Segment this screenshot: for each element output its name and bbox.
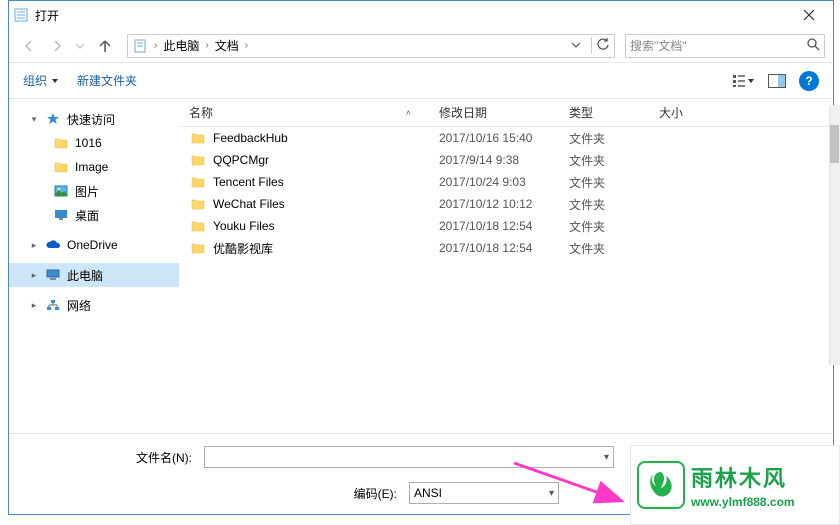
chevron-right-icon: › — [201, 40, 212, 51]
encoding-select[interactable]: ANSI ▾ — [409, 482, 559, 504]
brand-url: www.ylmf888.com — [691, 495, 795, 509]
folder-icon — [189, 176, 207, 188]
column-size[interactable]: 大小 — [659, 104, 683, 121]
search-input[interactable]: 搜索"文档" — [625, 34, 825, 58]
chevron-right-icon: › — [241, 40, 252, 51]
view-options-button[interactable] — [731, 70, 755, 92]
up-button[interactable] — [93, 34, 117, 58]
sidebar-item-onedrive[interactable]: ▸ OneDrive — [9, 233, 179, 257]
close-button[interactable] — [789, 3, 829, 27]
computer-icon — [45, 267, 61, 283]
file-date: 2017/9/14 9:38 — [439, 153, 569, 167]
expand-icon[interactable]: ▾ — [29, 114, 39, 125]
new-folder-button[interactable]: 新建文件夹 — [77, 72, 137, 89]
scrollbar-thumb[interactable] — [830, 125, 839, 163]
preview-pane-button[interactable] — [765, 70, 789, 92]
sidebar-item-desktop[interactable]: 桌面 — [9, 203, 179, 227]
brand-logo-icon — [637, 461, 685, 509]
expand-icon[interactable]: ▸ — [29, 240, 39, 251]
column-date[interactable]: 修改日期 — [439, 104, 569, 121]
navbar: › 此电脑 › 文档 › 搜索"文档" — [9, 29, 833, 63]
crumb-this-pc[interactable]: 此电脑 — [163, 37, 199, 54]
sidebar-item-quick-access[interactable]: ▾ 快速访问 — [9, 107, 179, 131]
file-name: Tencent Files — [213, 175, 439, 189]
watermark-overlay: 雨林木风 www.ylmf888.com — [630, 445, 840, 525]
help-button[interactable]: ? — [799, 71, 819, 91]
file-date: 2017/10/16 15:40 — [439, 131, 569, 145]
file-name: WeChat Files — [213, 197, 439, 211]
file-type: 文件夹 — [569, 240, 659, 257]
network-icon — [45, 297, 61, 313]
desktop-icon — [53, 207, 69, 223]
folder-icon — [53, 159, 69, 175]
sidebar-item-1016[interactable]: 1016 — [9, 131, 179, 155]
file-type: 文件夹 — [569, 152, 659, 169]
file-date: 2017/10/18 12:54 — [439, 241, 569, 255]
document-location-icon — [132, 38, 148, 54]
search-icon[interactable] — [806, 37, 820, 54]
chevron-down-icon[interactable]: ▾ — [549, 488, 554, 499]
cloud-icon — [45, 237, 61, 253]
folder-icon — [189, 154, 207, 166]
encoding-label: 编码(E): — [23, 485, 403, 502]
breadcrumb-dropdown[interactable] — [567, 39, 585, 53]
file-type: 文件夹 — [569, 130, 659, 147]
back-button[interactable] — [17, 34, 41, 58]
folder-icon — [189, 132, 207, 144]
search-placeholder: 搜索"文档" — [630, 37, 806, 54]
sidebar-item-pictures[interactable]: 图片 — [9, 179, 179, 203]
table-row[interactable]: 优酷影视库2017/10/18 12:54文件夹 — [179, 237, 833, 259]
file-type: 文件夹 — [569, 196, 659, 213]
app-icon — [13, 7, 29, 23]
file-list: FeedbackHub2017/10/16 15:40文件夹QQPCMgr201… — [179, 127, 833, 433]
sort-indicator-icon: ˄ — [406, 108, 411, 118]
file-date: 2017/10/18 12:54 — [439, 219, 569, 233]
chevron-right-icon: › — [150, 40, 161, 51]
folder-icon — [189, 198, 207, 210]
file-name: QQPCMgr — [213, 153, 439, 167]
table-row[interactable]: Youku Files2017/10/18 12:54文件夹 — [179, 215, 833, 237]
table-row[interactable]: WeChat Files2017/10/12 10:12文件夹 — [179, 193, 833, 215]
file-type: 文件夹 — [569, 218, 659, 235]
star-icon — [45, 111, 61, 127]
folder-icon — [189, 220, 207, 232]
table-row[interactable]: QQPCMgr2017/9/14 9:38文件夹 — [179, 149, 833, 171]
sidebar-item-network[interactable]: ▸ 网络 — [9, 293, 179, 317]
sidebar-item-image[interactable]: Image — [9, 155, 179, 179]
expand-icon[interactable]: ▸ — [29, 270, 39, 281]
chevron-down-icon[interactable]: ▾ — [604, 452, 609, 463]
sidebar: ▾ 快速访问 1016 Image 图片 桌面 — [9, 99, 179, 433]
pictures-icon — [53, 183, 69, 199]
toolbar: 组织 新建文件夹 ? — [9, 63, 833, 99]
main-area: ▾ 快速访问 1016 Image 图片 桌面 — [9, 99, 833, 433]
brand-name: 雨林木风 — [691, 461, 795, 493]
recent-dropdown[interactable] — [73, 34, 87, 58]
folder-icon — [53, 135, 69, 151]
file-pane: 名称 ˄ 修改日期 类型 大小 FeedbackHub2017/10/16 15… — [179, 99, 833, 433]
file-name: Youku Files — [213, 219, 439, 233]
file-date: 2017/10/24 9:03 — [439, 175, 569, 189]
file-name: FeedbackHub — [213, 131, 439, 145]
sidebar-item-this-pc[interactable]: ▸ 此电脑 — [9, 263, 179, 287]
filename-label: 文件名(N): — [23, 449, 198, 466]
crumb-documents[interactable]: 文档 — [215, 37, 239, 54]
file-name: 优酷影视库 — [213, 240, 439, 257]
table-row[interactable]: FeedbackHub2017/10/16 15:40文件夹 — [179, 127, 833, 149]
column-name[interactable]: 名称 ˄ — [189, 104, 439, 121]
folder-icon — [189, 242, 207, 254]
window-title: 打开 — [35, 7, 789, 24]
titlebar: 打开 — [9, 1, 833, 29]
file-type: 文件夹 — [569, 174, 659, 191]
refresh-button[interactable] — [591, 37, 610, 54]
column-headers: 名称 ˄ 修改日期 类型 大小 — [179, 99, 833, 127]
file-date: 2017/10/12 10:12 — [439, 197, 569, 211]
column-type[interactable]: 类型 — [569, 104, 659, 121]
filename-input[interactable]: ▾ — [204, 446, 614, 468]
table-row[interactable]: Tencent Files2017/10/24 9:03文件夹 — [179, 171, 833, 193]
open-dialog: 打开 › 此电脑 › 文档 › — [8, 0, 834, 515]
breadcrumb[interactable]: › 此电脑 › 文档 › — [127, 34, 615, 58]
organize-menu[interactable]: 组织 — [23, 72, 59, 89]
forward-button[interactable] — [45, 34, 69, 58]
expand-icon[interactable]: ▸ — [29, 300, 39, 311]
